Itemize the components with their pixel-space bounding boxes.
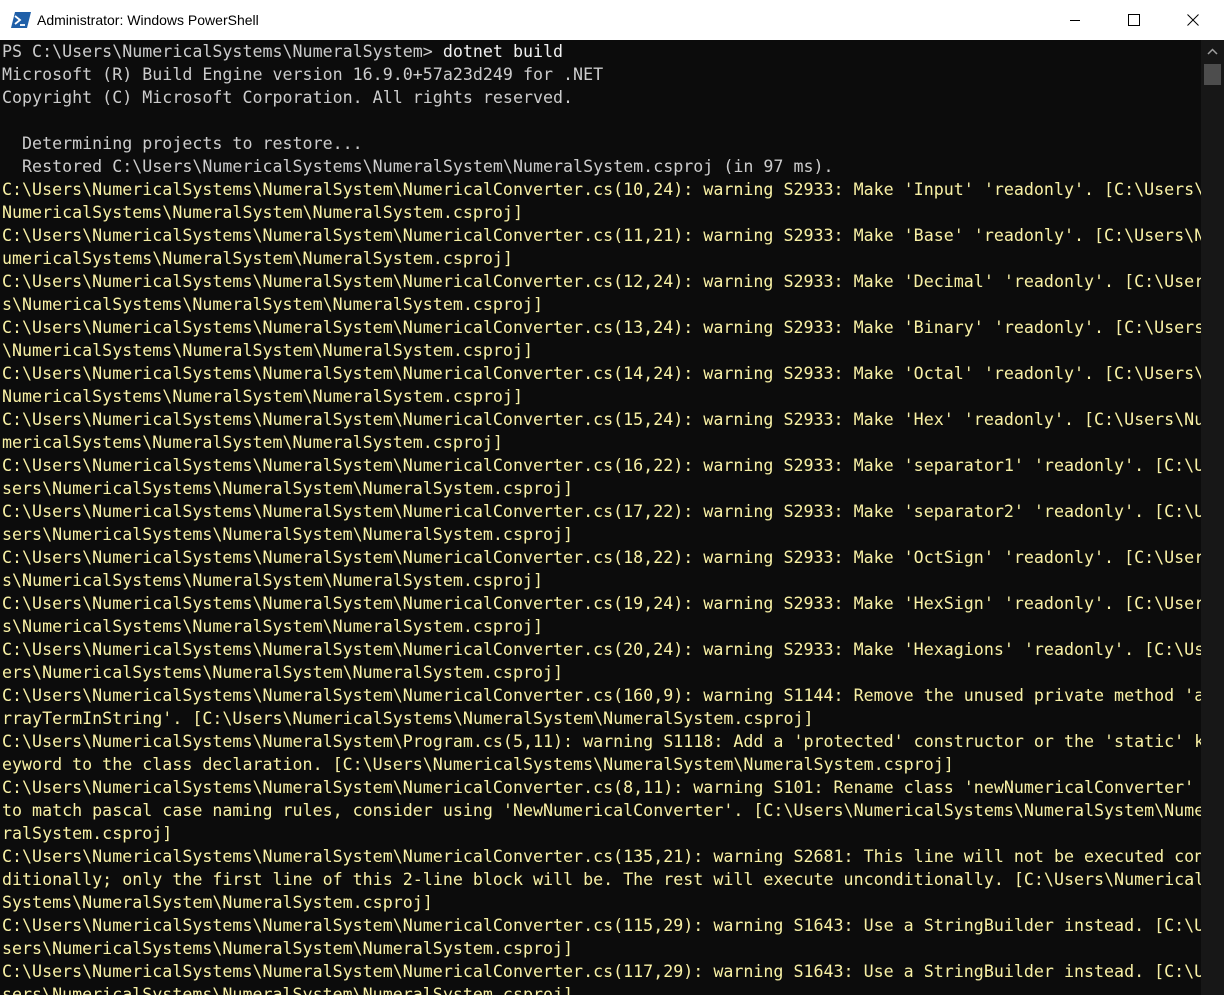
warning-line: \NumericalSystems\NumeralSystem\NumeralS… — [2, 341, 533, 360]
warning-line: C:\Users\NumericalSystems\NumeralSystem\… — [2, 272, 1201, 291]
output-line — [2, 109, 1201, 132]
warning-line: sers\NumericalSystems\NumeralSystem\Nume… — [2, 479, 574, 498]
close-icon — [1187, 14, 1199, 26]
warning-line: C:\Users\NumericalSystems\NumeralSystem\… — [2, 548, 1201, 567]
warning-line: C:\Users\NumericalSystems\NumeralSystem\… — [2, 502, 1201, 521]
window-title: Administrator: Windows PowerShell — [37, 12, 259, 28]
warning-line: NumericalSystems\NumeralSystem\NumeralSy… — [2, 387, 523, 406]
warning-line: mericalSystems\NumeralSystem\NumeralSyst… — [2, 433, 503, 452]
close-button[interactable] — [1164, 0, 1224, 40]
output-line: Copyright (C) Microsoft Corporation. All… — [2, 88, 574, 107]
warning-line: C:\Users\NumericalSystems\NumeralSystem\… — [2, 180, 1201, 199]
powershell-icon[interactable] — [11, 11, 31, 29]
warning-line: sers\NumericalSystems\NumeralSystem\Nume… — [2, 939, 574, 958]
minimize-icon — [1070, 20, 1080, 21]
warning-line: C:\Users\NumericalSystems\NumeralSystem\… — [2, 732, 1201, 751]
warning-line: rrayTermInString'. [C:\Users\NumericalSy… — [2, 709, 814, 728]
warning-line: C:\Users\NumericalSystems\NumeralSystem\… — [2, 318, 1201, 337]
warning-line: s\NumericalSystems\NumeralSystem\Numeral… — [2, 617, 543, 636]
maximize-button[interactable] — [1105, 0, 1164, 40]
warning-line: s\NumericalSystems\NumeralSystem\Numeral… — [2, 295, 543, 314]
warning-line: sers\NumericalSystems\NumeralSystem\Nume… — [2, 985, 574, 995]
warning-line: C:\Users\NumericalSystems\NumeralSystem\… — [2, 640, 1201, 659]
console-lines: PS C:\Users\NumericalSystems\NumeralSyst… — [2, 40, 1201, 995]
warning-line: C:\Users\NumericalSystems\NumeralSystem\… — [2, 226, 1201, 245]
warning-line: C:\Users\NumericalSystems\NumeralSystem\… — [2, 916, 1201, 935]
console-output-area[interactable]: PS C:\Users\NumericalSystems\NumeralSyst… — [0, 40, 1201, 995]
warning-line: NumericalSystems\NumeralSystem\NumeralSy… — [2, 203, 523, 222]
warning-line: Systems\NumeralSystem\NumeralSystem.cspr… — [2, 893, 433, 912]
console-command: dotnet build — [442, 42, 564, 61]
warning-line: C:\Users\NumericalSystems\NumeralSystem\… — [2, 847, 1201, 866]
scrollbar-thumb[interactable] — [1204, 64, 1221, 85]
warning-line: s\NumericalSystems\NumeralSystem\Numeral… — [2, 571, 543, 590]
warning-line: C:\Users\NumericalSystems\NumeralSystem\… — [2, 364, 1201, 383]
maximize-icon — [1128, 14, 1140, 26]
title-bar[interactable]: Administrator: Windows PowerShell — [0, 0, 1224, 40]
warning-line: eyword to the class declaration. [C:\Use… — [2, 755, 954, 774]
warning-line: C:\Users\NumericalSystems\NumeralSystem\… — [2, 962, 1201, 981]
scroll-up-button[interactable] — [1201, 40, 1224, 62]
vertical-scrollbar[interactable] — [1201, 40, 1224, 995]
warning-line: ralSystem.csproj] — [2, 824, 173, 843]
warning-line: ditionally; only the first line of this … — [2, 870, 1201, 889]
warning-line: sers\NumericalSystems\NumeralSystem\Nume… — [2, 525, 574, 544]
warning-line: C:\Users\NumericalSystems\NumeralSystem\… — [2, 410, 1201, 429]
prompt-line: PS C:\Users\NumericalSystems\NumeralSyst… — [2, 40, 1201, 63]
warning-line: umericalSystems\NumeralSystem\NumeralSys… — [2, 249, 513, 268]
output-line: Microsoft (R) Build Engine version 16.9.… — [2, 65, 604, 84]
warning-line: C:\Users\NumericalSystems\NumeralSystem\… — [2, 456, 1201, 475]
warning-line: ers\NumericalSystems\NumeralSystem\Numer… — [2, 663, 564, 682]
warning-line: C:\Users\NumericalSystems\NumeralSystem\… — [2, 594, 1201, 613]
warning-line: C:\Users\NumericalSystems\NumeralSystem\… — [2, 778, 1195, 797]
output-line: Restored C:\Users\NumericalSystems\Numer… — [2, 157, 834, 176]
warning-line: to match pascal case naming rules, consi… — [2, 801, 1201, 820]
warning-line: C:\Users\NumericalSystems\NumeralSystem\… — [2, 686, 1201, 705]
chevron-up-icon — [1207, 48, 1218, 55]
output-line: Determining projects to restore... — [2, 134, 363, 153]
console-prompt: PS C:\Users\NumericalSystems\NumeralSyst… — [2, 42, 443, 61]
minimize-button[interactable] — [1046, 0, 1105, 40]
